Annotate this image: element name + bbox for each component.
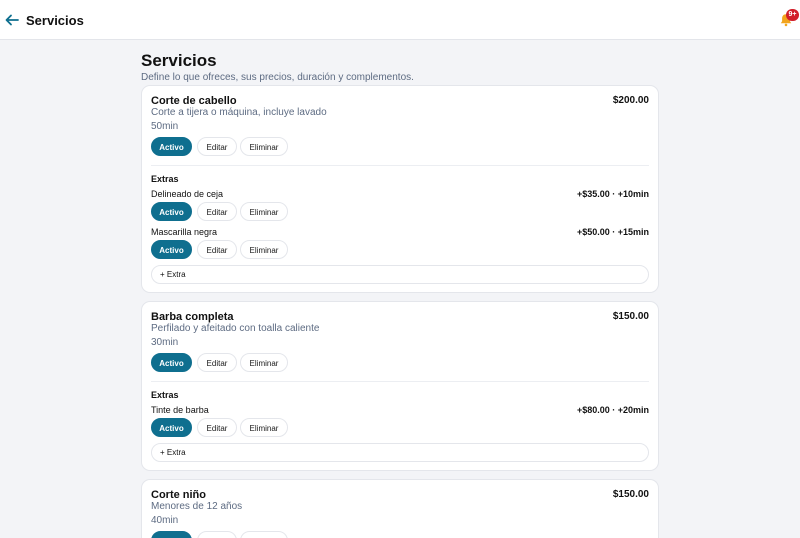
extra-edit-button[interactable]: Editar xyxy=(197,202,237,221)
extra-active-toggle-button[interactable]: Activo xyxy=(151,202,192,221)
active-toggle-button[interactable]: Activo xyxy=(151,137,192,156)
page-subtitle: Define lo que ofreces, sus precios, dura… xyxy=(141,72,414,83)
service-duration: 30min xyxy=(151,337,179,348)
active-toggle-button[interactable]: Activo xyxy=(151,531,192,538)
add-extra-button[interactable]: + Extra xyxy=(151,265,649,284)
service-description: Perfilado y afeitado con toalla caliente xyxy=(151,323,320,334)
extra-price: +$50.00 · +15min xyxy=(576,227,649,237)
active-toggle-button[interactable]: Activo xyxy=(151,353,192,372)
divider xyxy=(151,381,649,382)
service-card: Corte de cabello $200.00 Corte a tijera … xyxy=(141,85,659,293)
service-card: Barba completa $150.00 Perfilado y afeit… xyxy=(141,301,659,471)
extras-title: Extras xyxy=(151,174,179,184)
extra-price: +$80.00 · +20min xyxy=(576,405,649,415)
notification-badge: 9+ xyxy=(786,9,799,21)
delete-button[interactable]: Eliminar xyxy=(240,531,288,538)
service-price: $200.00 xyxy=(612,95,649,106)
service-price: $150.00 xyxy=(612,489,649,500)
service-duration: 40min xyxy=(151,515,179,526)
service-price: $150.00 xyxy=(612,311,649,322)
back-arrow-icon[interactable] xyxy=(4,12,20,28)
service-name: Corte niño xyxy=(151,489,206,501)
extras-title: Extras xyxy=(151,390,179,400)
page-title: Servicios xyxy=(141,51,217,70)
extra-name: Tinte de barba xyxy=(151,405,209,415)
extra-name: Delineado de ceja xyxy=(151,189,224,199)
edit-button[interactable]: Editar xyxy=(197,137,237,156)
extra-name: Mascarilla negra xyxy=(151,227,218,237)
top-bar-title: Servicios xyxy=(26,13,84,28)
delete-button[interactable]: Eliminar xyxy=(240,137,288,156)
service-description: Corte a tijera o máquina, incluye lavado xyxy=(151,107,327,118)
extra-price: +$35.00 · +10min xyxy=(576,189,649,199)
add-extra-button[interactable]: + Extra xyxy=(151,443,649,462)
extra-active-toggle-button[interactable]: Activo xyxy=(151,418,192,437)
delete-button[interactable]: Eliminar xyxy=(240,353,288,372)
extra-edit-button[interactable]: Editar xyxy=(197,240,237,259)
extra-delete-button[interactable]: Eliminar xyxy=(240,418,288,437)
extra-edit-button[interactable]: Editar xyxy=(197,418,237,437)
extra-active-toggle-button[interactable]: Activo xyxy=(151,240,192,259)
extra-delete-button[interactable]: Eliminar xyxy=(240,202,288,221)
service-card: Corte niño $150.00 Menores de 12 años 40… xyxy=(141,479,659,538)
service-name: Barba completa xyxy=(151,311,234,323)
edit-button[interactable]: Editar xyxy=(197,353,237,372)
service-duration: 50min xyxy=(151,121,179,132)
service-description: Menores de 12 años xyxy=(151,501,243,512)
extra-delete-button[interactable]: Eliminar xyxy=(240,240,288,259)
divider xyxy=(151,165,649,166)
edit-button[interactable]: Editar xyxy=(197,531,237,538)
service-name: Corte de cabello xyxy=(151,95,237,107)
top-bar: Servicios 9+ xyxy=(0,0,800,40)
